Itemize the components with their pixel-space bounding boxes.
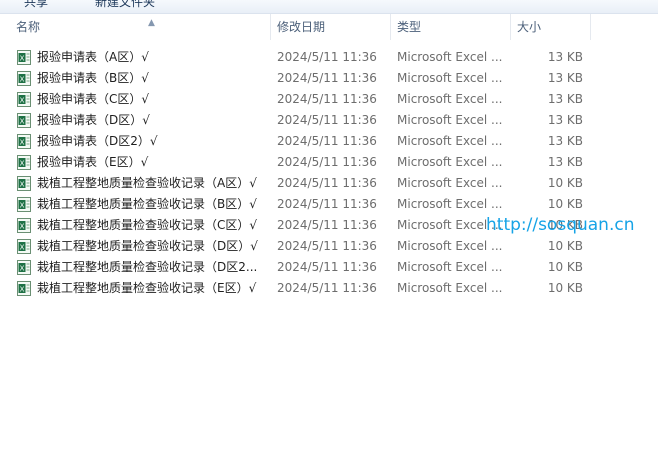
file-name: 栽植工程整地质量检查验收记录（D区）√ — [37, 239, 258, 253]
sort-ascending-icon: ▲ — [148, 18, 155, 28]
file-name: 报验申请表（A区）√ — [37, 50, 149, 64]
column-header: 名称 ▲ 修改日期 类型 大小 — [0, 14, 658, 40]
excel-file-icon: X — [17, 134, 31, 149]
file-size: 13 KB — [547, 71, 583, 85]
column-header-date-label: 修改日期 — [277, 20, 326, 34]
file-date: 2024/5/11 11:36 — [277, 155, 377, 169]
file-size: 13 KB — [547, 92, 583, 106]
excel-file-icon: X — [17, 50, 31, 65]
svg-text:X: X — [20, 97, 25, 105]
new-folder-button[interactable]: 新建文件夹 — [95, 0, 155, 10]
excel-file-icon: X — [17, 218, 31, 233]
svg-text:X: X — [20, 265, 25, 273]
excel-file-icon: X — [17, 260, 31, 275]
file-name: 报验申请表（E区）√ — [37, 155, 149, 169]
file-row[interactable]: X 报验申请表（D区2）√ 2024/5/11 11:36 Microsoft … — [0, 131, 658, 152]
column-header-type-label: 类型 — [397, 20, 422, 34]
file-date: 2024/5/11 11:36 — [277, 239, 377, 253]
column-header-size-label: 大小 — [517, 20, 542, 34]
excel-file-icon: X — [17, 155, 31, 170]
file-name: 报验申请表（B区）√ — [37, 71, 149, 85]
file-name: 栽植工程整地质量检查验收记录（A区）√ — [37, 176, 257, 190]
file-name: 栽植工程整地质量检查验收记录（E区）√ — [37, 281, 257, 295]
file-date: 2024/5/11 11:36 — [277, 260, 377, 274]
file-size: 13 KB — [547, 113, 583, 127]
svg-text:X: X — [20, 55, 25, 63]
excel-file-icon: X — [17, 92, 31, 107]
file-date: 2024/5/11 11:36 — [277, 134, 377, 148]
file-row[interactable]: X 栽植工程整地质量检查验收记录（D区）√ 2024/5/11 11:36 Mi… — [0, 236, 658, 257]
excel-file-icon: X — [17, 281, 31, 296]
watermark: http://sosquan.cn — [486, 215, 635, 235]
file-type: Microsoft Excel ... — [397, 176, 503, 190]
file-date: 2024/5/11 11:36 — [277, 218, 377, 232]
file-name: 报验申请表（D区2）√ — [37, 134, 158, 148]
file-date: 2024/5/11 11:36 — [277, 197, 377, 211]
file-row[interactable]: X 栽植工程整地质量检查验收记录（D区2... 2024/5/11 11:36 … — [0, 257, 658, 278]
file-size: 13 KB — [547, 134, 583, 148]
file-type: Microsoft Excel ... — [397, 260, 503, 274]
file-date: 2024/5/11 11:36 — [277, 113, 377, 127]
file-size: 10 KB — [547, 176, 583, 190]
excel-file-icon: X — [17, 71, 31, 86]
file-name: 报验申请表（D区）√ — [37, 113, 150, 127]
file-size: 13 KB — [547, 50, 583, 64]
file-name: 栽植工程整地质量检查验收记录（B区）√ — [37, 197, 257, 211]
file-row[interactable]: X 报验申请表（A区）√ 2024/5/11 11:36 Microsoft E… — [0, 47, 658, 68]
file-row[interactable]: X 报验申请表（D区）√ 2024/5/11 11:36 Microsoft E… — [0, 110, 658, 131]
file-type: Microsoft Excel ... — [397, 281, 503, 295]
svg-text:X: X — [20, 76, 25, 84]
column-header-size[interactable]: 大小 — [513, 14, 591, 40]
file-row[interactable]: X 栽植工程整地质量检查验收记录（E区）√ 2024/5/11 11:36 Mi… — [0, 278, 658, 299]
svg-text:X: X — [20, 181, 25, 189]
svg-text:X: X — [20, 244, 25, 252]
file-name: 栽植工程整地质量检查验收记录（D区2... — [37, 260, 258, 274]
svg-text:X: X — [20, 139, 25, 147]
file-size: 10 KB — [547, 260, 583, 274]
file-type: Microsoft Excel ... — [397, 239, 503, 253]
share-button[interactable]: 共享 — [24, 0, 48, 10]
column-header-name[interactable]: 名称 ▲ — [12, 14, 271, 40]
file-type: Microsoft Excel ... — [397, 113, 503, 127]
file-date: 2024/5/11 11:36 — [277, 71, 377, 85]
file-type: Microsoft Excel ... — [397, 197, 503, 211]
file-name: 报验申请表（C区）√ — [37, 92, 150, 106]
file-size: 10 KB — [547, 239, 583, 253]
file-list: X 报验申请表（A区）√ 2024/5/11 11:36 Microsoft E… — [0, 47, 658, 299]
excel-file-icon: X — [17, 197, 31, 212]
svg-text:X: X — [20, 160, 25, 168]
file-row[interactable]: X 报验申请表（B区）√ 2024/5/11 11:36 Microsoft E… — [0, 68, 658, 89]
file-type: Microsoft Excel ... — [397, 155, 503, 169]
file-row[interactable]: X 报验申请表（C区）√ 2024/5/11 11:36 Microsoft E… — [0, 89, 658, 110]
file-size: 10 KB — [547, 197, 583, 211]
column-header-name-label: 名称 — [16, 20, 41, 34]
file-date: 2024/5/11 11:36 — [277, 92, 377, 106]
file-row[interactable]: X 报验申请表（E区）√ 2024/5/11 11:36 Microsoft E… — [0, 152, 658, 173]
excel-file-icon: X — [17, 176, 31, 191]
file-row[interactable]: X 栽植工程整地质量检查验收记录（A区）√ 2024/5/11 11:36 Mi… — [0, 173, 658, 194]
file-size: 10 KB — [547, 281, 583, 295]
column-header-date[interactable]: 修改日期 — [273, 14, 391, 40]
svg-text:X: X — [20, 202, 25, 210]
toolbar: 共享 新建文件夹 — [0, 0, 658, 14]
excel-file-icon: X — [17, 239, 31, 254]
file-type: Microsoft Excel ... — [397, 134, 503, 148]
file-type: Microsoft Excel ... — [397, 50, 503, 64]
file-type: Microsoft Excel ... — [397, 71, 503, 85]
file-date: 2024/5/11 11:36 — [277, 176, 377, 190]
svg-text:X: X — [20, 286, 25, 294]
file-type: Microsoft Excel ... — [397, 92, 503, 106]
file-name: 栽植工程整地质量检查验收记录（C区）√ — [37, 218, 258, 232]
file-date: 2024/5/11 11:36 — [277, 50, 377, 64]
file-row[interactable]: X 栽植工程整地质量检查验收记录（B区）√ 2024/5/11 11:36 Mi… — [0, 194, 658, 215]
file-date: 2024/5/11 11:36 — [277, 281, 377, 295]
excel-file-icon: X — [17, 113, 31, 128]
column-header-type[interactable]: 类型 — [393, 14, 511, 40]
file-size: 13 KB — [547, 155, 583, 169]
svg-text:X: X — [20, 118, 25, 126]
svg-text:X: X — [20, 223, 25, 231]
